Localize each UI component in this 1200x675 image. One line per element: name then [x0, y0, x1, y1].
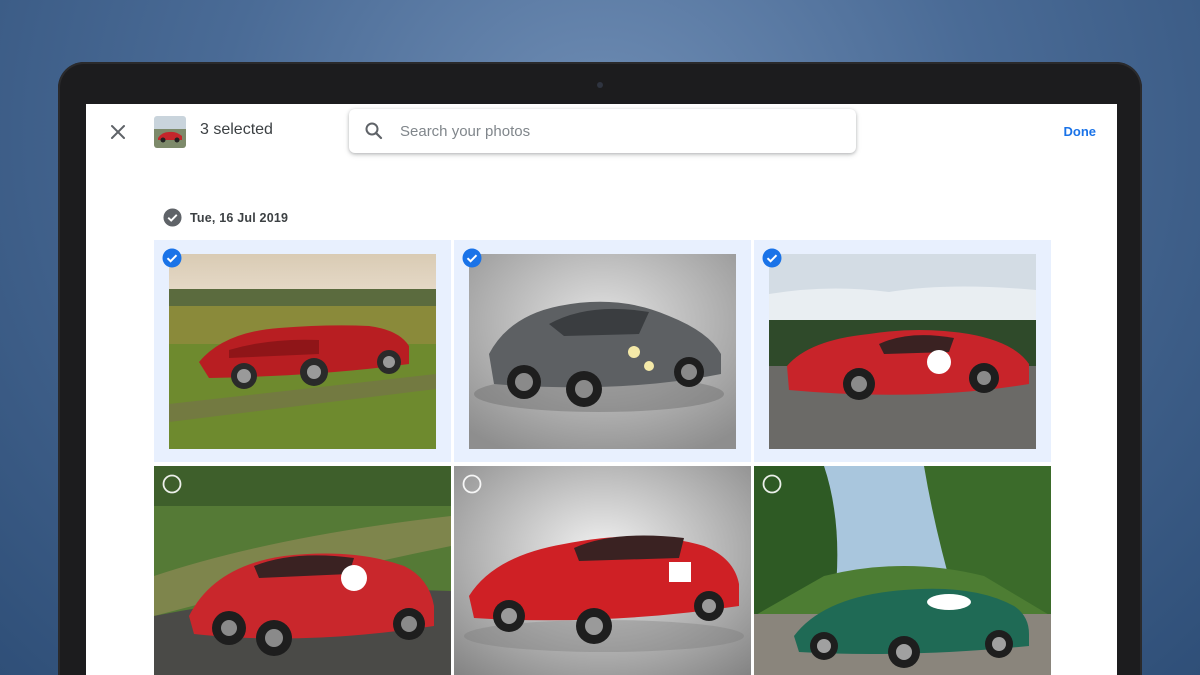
- unchecked-icon[interactable]: [462, 474, 482, 494]
- photo-red-coupe-studio: [454, 466, 751, 675]
- date-heading: Tue, 16 Jul 2019: [190, 211, 289, 225]
- photo-tile[interactable]: [154, 466, 451, 675]
- checked-icon[interactable]: [162, 248, 182, 268]
- selected-count: 3 selected: [200, 121, 273, 138]
- photo-grey-coupe: [469, 254, 736, 449]
- search-input[interactable]: [400, 122, 820, 140]
- selection-thumbnail: [154, 116, 186, 148]
- photo-tile[interactable]: [454, 466, 751, 675]
- photo-tile[interactable]: [754, 466, 1051, 675]
- photo-picker-screen: 3 selected Done Tue, 16 Jul 2019: [86, 104, 1117, 675]
- unchecked-icon[interactable]: [162, 474, 182, 494]
- unchecked-icon[interactable]: [762, 474, 782, 494]
- search-icon: [365, 122, 383, 140]
- search-bar[interactable]: [349, 109, 856, 153]
- photo-tile[interactable]: [454, 240, 751, 462]
- photo-tile[interactable]: [154, 240, 451, 462]
- photo-tile[interactable]: [754, 240, 1051, 462]
- close-button[interactable]: [106, 120, 130, 144]
- checked-icon[interactable]: [762, 248, 782, 268]
- done-button[interactable]: Done: [1064, 124, 1097, 139]
- photo-green-roadster: [754, 466, 1051, 675]
- photo-red-coupe-track: [154, 466, 451, 675]
- checked-icon[interactable]: [462, 248, 482, 268]
- photo-red-coupe-number: [769, 254, 1036, 449]
- webcam: [597, 82, 603, 88]
- photo-red-convertible: [169, 254, 436, 449]
- select-all-check-icon[interactable]: [163, 208, 182, 227]
- close-icon: [111, 125, 125, 139]
